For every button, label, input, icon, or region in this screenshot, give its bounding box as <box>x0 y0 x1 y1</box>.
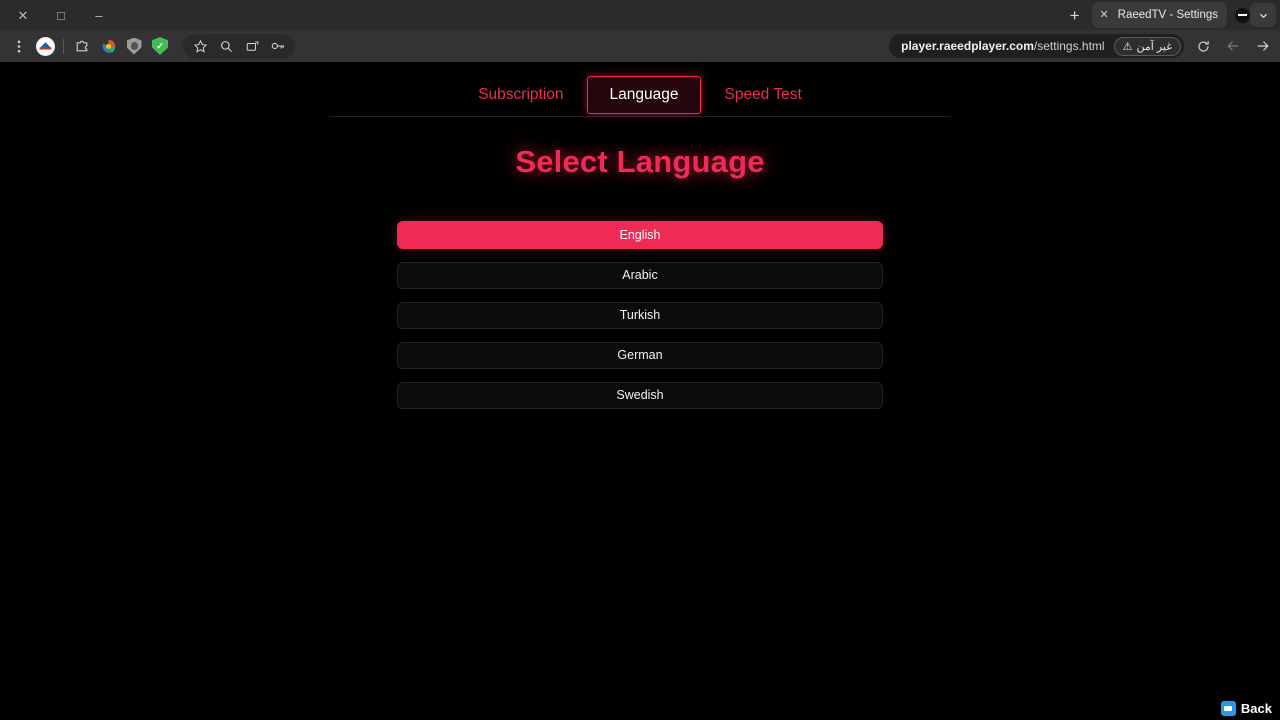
url-host: player.raeedplayer.com <box>901 39 1034 53</box>
page-title: Select Language <box>515 144 765 179</box>
back-button[interactable]: Back <box>1220 701 1272 716</box>
extensions-puzzle-icon[interactable] <box>69 33 95 59</box>
window-controls: ✕ □ – <box>0 0 118 30</box>
browser-tab-raeedtv-settings[interactable]: ✕ RaeedTV - Settings <box>1091 2 1227 28</box>
language-option-german[interactable]: German <box>397 342 883 369</box>
tab-close-icon[interactable]: ✕ <box>1098 9 1111 21</box>
reload-icon[interactable] <box>1188 31 1218 61</box>
tab-list-chevron-down-icon[interactable] <box>1250 3 1276 27</box>
tab-subscription[interactable]: Subscription <box>455 76 586 114</box>
toolbar-separator <box>63 38 64 54</box>
back-navigation-icon[interactable] <box>1218 31 1248 61</box>
shield-green-check-icon[interactable]: ✓ <box>147 33 173 59</box>
back-arrow-icon <box>1220 701 1236 716</box>
tab-speed-test[interactable]: Speed Test <box>701 76 824 114</box>
address-bar[interactable]: player.raeedplayer.com/settings.html غير… <box>889 34 1184 58</box>
security-badge-label: غير آمن <box>1136 40 1172 53</box>
tab-mute-icon[interactable] <box>1235 7 1250 23</box>
screenshot-capture-icon[interactable] <box>239 33 265 59</box>
language-option-arabic[interactable]: Arabic <box>397 262 883 289</box>
tab-bar-divider <box>329 116 951 117</box>
shield-grey-icon[interactable] <box>121 33 147 59</box>
tab-title: RaeedTV - Settings <box>1117 9 1218 21</box>
shield-check-glyph: ✓ <box>152 37 168 55</box>
language-list: English Arabic Turkish German Swedish <box>397 221 883 409</box>
minimize-window-icon[interactable]: – <box>80 0 118 30</box>
new-tab-button[interactable]: + <box>1058 0 1092 30</box>
password-key-icon[interactable] <box>265 33 291 59</box>
forward-navigation-icon[interactable] <box>1248 31 1278 61</box>
language-option-english[interactable]: English <box>397 221 883 249</box>
toolbar-actions-group <box>183 33 295 59</box>
back-button-label: Back <box>1240 701 1272 716</box>
bookmark-star-icon[interactable] <box>187 33 213 59</box>
tab-language[interactable]: Language <box>586 76 702 114</box>
downloads-color-icon[interactable] <box>95 33 121 59</box>
maximize-window-icon[interactable]: □ <box>42 0 80 30</box>
language-option-turkish[interactable]: Turkish <box>397 302 883 329</box>
address-bar-area: player.raeedplayer.com/settings.html غير… <box>889 30 1184 62</box>
menu-dots-icon[interactable] <box>6 33 32 59</box>
title-bar: ✕ □ – + ✕ RaeedTV - Settings <box>0 0 1280 30</box>
tab-strip: + ✕ RaeedTV - Settings <box>1058 0 1280 30</box>
security-not-secure-badge[interactable]: غير آمن ⚠ <box>1113 36 1181 56</box>
language-option-swedish[interactable]: Swedish <box>397 382 883 409</box>
close-window-icon[interactable]: ✕ <box>4 0 42 30</box>
search-magnifier-icon[interactable] <box>213 33 239 59</box>
browser-window: ✕ □ – + ✕ RaeedTV - Settings ✓ player.ra… <box>0 0 1280 720</box>
warning-triangle-icon: ⚠ <box>1122 40 1133 53</box>
profile-logo-icon[interactable] <box>32 33 58 59</box>
navigation-buttons <box>1188 30 1278 62</box>
browser-toolbar: ✓ player.raeedplayer.com /settings.html … <box>0 30 1280 62</box>
settings-tab-bar: Subscription Language Speed Test <box>329 74 951 116</box>
url-path: /settings.html <box>1033 39 1105 53</box>
page-content: Subscription Language Speed Test Select … <box>0 62 1280 720</box>
